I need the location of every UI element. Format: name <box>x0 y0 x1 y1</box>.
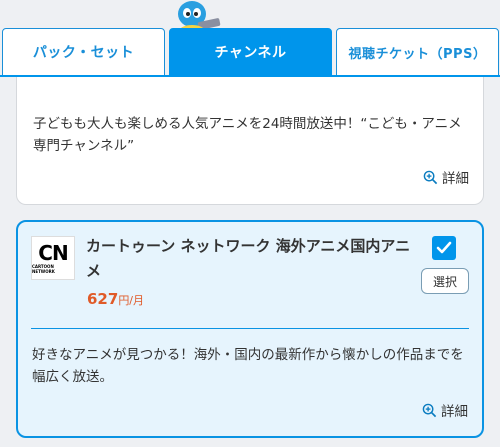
tab-channel[interactable]: チャンネル <box>169 28 332 76</box>
tab-pps-ticket[interactable]: 視聴チケット（PPS） <box>336 28 499 76</box>
price-amount: 627 <box>87 290 119 308</box>
card-divider <box>31 328 469 329</box>
channel-description: 子どもも大人も楽しめる人気アニメを24時間放送中！“こども・アニメ専門チャンネル… <box>33 116 462 154</box>
logo-text: CN <box>38 241 68 265</box>
check-icon <box>436 241 452 254</box>
channel-description: 好きなアニメが見つかる！海外・国内の最新作から懐かしの作品までを幅広く放送。 <box>32 347 464 385</box>
channel-card-selected[interactable]: CN CARTOON NETWORK カートゥーン ネットワーク 海外アニメ国内… <box>16 220 484 438</box>
logo-subtext: CARTOON NETWORK <box>32 264 55 274</box>
detail-label: 詳細 <box>441 404 468 420</box>
detail-link[interactable]: 詳細 <box>423 167 469 187</box>
channel-price: 627円/月 <box>87 290 144 308</box>
cartoon-network-logo: CN CARTOON NETWORK <box>31 236 75 280</box>
channel-card: 子どもも大人も楽しめる人気アニメを24時間放送中！“こども・アニメ専門チャンネル… <box>16 77 484 205</box>
zoom-in-icon <box>423 170 438 184</box>
zoom-in-icon <box>422 403 437 417</box>
select-checkbox[interactable] <box>432 236 456 260</box>
tab-pack-set[interactable]: パック・セット <box>2 28 165 76</box>
detail-link[interactable]: 詳細 <box>422 400 468 420</box>
detail-label: 詳細 <box>442 171 469 187</box>
price-unit: 円/月 <box>118 294 145 307</box>
select-button[interactable]: 選択 <box>421 268 469 294</box>
tab-bar: パック・セット チャンネル 視聴チケット（PPS） <box>0 28 500 76</box>
channel-name: カートゥーン ネットワーク 海外アニメ国内アニメ <box>86 237 411 280</box>
